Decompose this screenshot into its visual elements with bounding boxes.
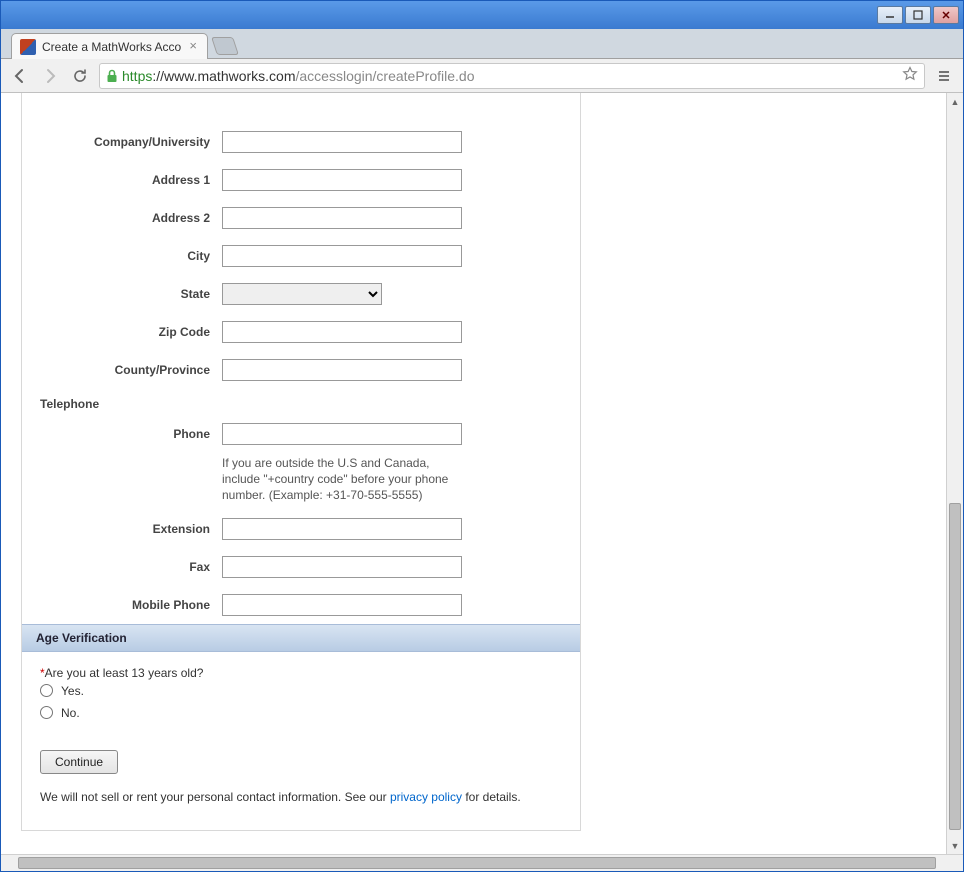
browser-window: Create a MathWorks Acco × https://www.ma… (0, 0, 964, 872)
privacy-policy-link[interactable]: privacy policy (390, 790, 462, 804)
fax-input[interactable] (222, 556, 462, 578)
url-text: https://www.mathworks.com/accesslogin/cr… (122, 68, 898, 84)
vertical-scrollbar[interactable]: ▲ ▼ (946, 93, 963, 854)
phone-helper-text: If you are outside the U.S and Canada, i… (222, 453, 482, 504)
address1-label: Address 1 (22, 173, 222, 187)
phone-input[interactable] (222, 423, 462, 445)
tab-title: Create a MathWorks Acco (42, 40, 181, 54)
age-no-row[interactable]: No. (40, 702, 562, 724)
reload-button[interactable] (69, 65, 91, 87)
scroll-h-thumb[interactable] (18, 857, 936, 869)
telephone-section-label: Telephone (22, 389, 580, 415)
zip-label: Zip Code (22, 325, 222, 339)
address2-label: Address 2 (22, 211, 222, 225)
age-yes-radio[interactable] (40, 684, 53, 697)
bookmark-star-icon[interactable] (902, 66, 918, 85)
age-yes-label: Yes. (61, 684, 84, 698)
company-input[interactable] (222, 131, 462, 153)
city-label: City (22, 249, 222, 263)
toolbar: https://www.mathworks.com/accesslogin/cr… (1, 59, 963, 93)
zip-input[interactable] (222, 321, 462, 343)
privacy-footer: We will not sell or rent your personal c… (22, 774, 580, 810)
city-input[interactable] (222, 245, 462, 267)
window-maximize-button[interactable] (905, 6, 931, 24)
age-question: *Are you at least 13 years old? (40, 666, 562, 680)
window-close-button[interactable] (933, 6, 959, 24)
scroll-h-track[interactable] (18, 857, 946, 869)
window-titlebar (1, 1, 963, 29)
phone-label: Phone (22, 427, 222, 441)
scroll-up-arrow-icon[interactable]: ▲ (947, 93, 963, 110)
window-minimize-button[interactable] (877, 6, 903, 24)
button-row: Continue (22, 738, 580, 774)
age-verification-header: Age Verification (22, 624, 580, 652)
state-label: State (22, 287, 222, 301)
browser-tab[interactable]: Create a MathWorks Acco × (11, 33, 208, 59)
lock-icon (106, 69, 118, 83)
page-viewport[interactable]: Company/University Address 1 Address 2 C… (1, 93, 946, 854)
age-no-radio[interactable] (40, 706, 53, 719)
county-label: County/Province (22, 363, 222, 377)
age-yes-row[interactable]: Yes. (40, 680, 562, 702)
age-verification-block: *Are you at least 13 years old? Yes. No. (22, 652, 580, 738)
address2-input[interactable] (222, 207, 462, 229)
extension-input[interactable] (222, 518, 462, 540)
address1-input[interactable] (222, 169, 462, 191)
age-no-label: No. (61, 706, 80, 720)
state-select[interactable] (222, 283, 382, 305)
form-page: Company/University Address 1 Address 2 C… (1, 93, 601, 831)
county-input[interactable] (222, 359, 462, 381)
scroll-v-track[interactable] (947, 110, 963, 837)
fax-label: Fax (22, 560, 222, 574)
company-label: Company/University (22, 135, 222, 149)
mobile-input[interactable] (222, 594, 462, 616)
scroll-down-arrow-icon[interactable]: ▼ (947, 837, 963, 854)
form-card: Company/University Address 1 Address 2 C… (21, 93, 581, 831)
horizontal-scrollbar[interactable] (1, 854, 963, 871)
mathworks-favicon (20, 39, 36, 55)
mobile-label: Mobile Phone (22, 598, 222, 612)
new-tab-button[interactable] (211, 37, 239, 55)
tab-close-icon[interactable]: × (187, 41, 199, 53)
back-button[interactable] (9, 65, 31, 87)
scroll-v-thumb[interactable] (949, 503, 961, 830)
forward-button[interactable] (39, 65, 61, 87)
tab-strip: Create a MathWorks Acco × (1, 29, 963, 59)
continue-button[interactable]: Continue (40, 750, 118, 774)
content-area: Company/University Address 1 Address 2 C… (1, 93, 963, 854)
extension-label: Extension (22, 522, 222, 536)
address-bar[interactable]: https://www.mathworks.com/accesslogin/cr… (99, 63, 925, 89)
chrome-menu-button[interactable] (933, 65, 955, 87)
